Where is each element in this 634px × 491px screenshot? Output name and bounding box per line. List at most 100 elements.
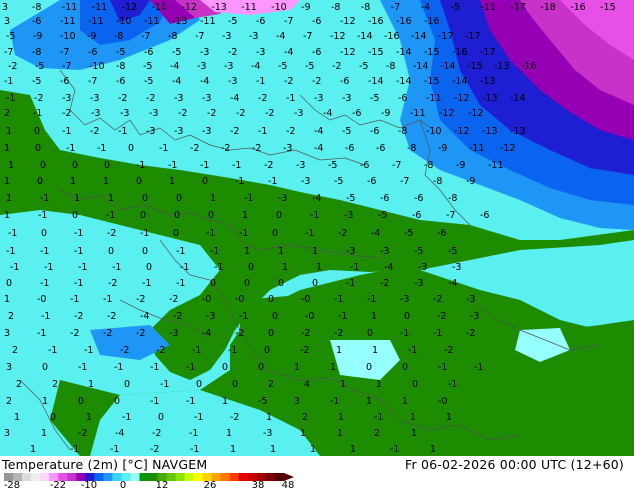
temperature-value-label: -13 (494, 61, 510, 72)
temperature-value-label: -15 (424, 47, 440, 58)
temperature-value-label: -3 (314, 93, 323, 104)
temperature-value-label: -14 (411, 31, 427, 42)
temperature-value-label: 0 (196, 379, 202, 390)
temperature-value-label: -6 (312, 47, 321, 58)
temperature-value-label: -6 (32, 16, 41, 27)
temperature-value-label: -1 (258, 126, 267, 137)
temperature-value-label: -8 (361, 2, 370, 13)
temperature-value-label: 0 (41, 228, 47, 239)
temperature-value-label: 0 (104, 160, 110, 171)
temperature-value-label: 3 (4, 328, 10, 339)
temperature-value-label: 1 (337, 428, 343, 439)
temperature-value-label: 3 (6, 362, 12, 373)
temperature-value-label: 1 (244, 246, 250, 257)
temperature-value-label: -3 (263, 428, 272, 439)
colorbar-tick: 12 (155, 480, 169, 491)
temperature-value-label: -2 (312, 76, 321, 87)
temperature-value-label: -5 (6, 31, 15, 42)
temperature-value-label: -11 (410, 108, 426, 119)
colorbar-segment (193, 473, 204, 481)
temperature-value-label: -3 (418, 262, 427, 273)
temperature-value-label: -1 (346, 278, 355, 289)
temperature-value-label: -1 (136, 160, 145, 171)
colorbar-tick: -10 (80, 480, 98, 491)
temperature-value-label: -6 (370, 126, 379, 137)
temperature-value-label: 1 (242, 210, 248, 221)
temperature-value-label: 2 (302, 412, 308, 423)
temperature-value-label: 0 (208, 210, 214, 221)
temperature-value-label: -7 (303, 31, 312, 42)
colorbar-segment (130, 473, 140, 481)
temperature-value-label: -2 (107, 311, 116, 322)
temperature-value-label: -1 (210, 246, 219, 257)
temperature-value-label: -16 (452, 47, 468, 58)
colorbar-segment (229, 473, 240, 481)
temperature-value-label: -2 (169, 294, 178, 305)
temperature-value-label: -3 (256, 47, 265, 58)
temperature-value-label: 1 (4, 210, 10, 221)
colorbar-segment (139, 473, 150, 481)
temperature-value-label: 1 (6, 126, 12, 137)
temperature-value-label: -2 (146, 93, 155, 104)
temperature-value-label: 1 (410, 412, 416, 423)
temperature-value-label: -3 (294, 108, 303, 119)
temperature-value-label: 0 (272, 311, 278, 322)
temperature-value-label: -10 (426, 126, 442, 137)
temperature-value-label: -14 (510, 93, 526, 104)
temperature-value-label: -1 (112, 262, 121, 273)
temperature-value-label: 2 (374, 428, 380, 439)
temperature-value-label: 1 (14, 412, 20, 423)
temperature-value-label: -3 (174, 93, 183, 104)
temperature-value-label: -2 (136, 294, 145, 305)
temperature-value-label: -1 (150, 396, 159, 407)
temperature-value-label: 1 (278, 246, 284, 257)
temperature-value-label: -8 (448, 193, 457, 204)
temperature-value-label: -2 (107, 228, 116, 239)
temperature-value-label: -1 (6, 246, 15, 257)
temperature-value-label: -12 (340, 47, 356, 58)
temperature-value-label: -7 (60, 47, 69, 58)
temperature-value-label: -1 (194, 412, 203, 423)
temperature-value-label: -4 (202, 328, 211, 339)
temperature-value-label: 0 (366, 362, 372, 373)
temperature-value-label: -2 (103, 328, 112, 339)
temperature-value-label: 1 (222, 396, 228, 407)
temperature-value-label: -3 (466, 294, 475, 305)
temperature-value-label: -1 (40, 246, 49, 257)
temperature-value-label: -5 (448, 246, 457, 257)
temperature-value-label: 0 (276, 210, 282, 221)
temperature-value-label: -9 (456, 160, 465, 171)
temperature-value-label: -11 (60, 16, 76, 27)
temperature-value-label: -3 (149, 108, 158, 119)
temperature-value-label: -3 (224, 61, 233, 72)
temperature-value-label: 1 (4, 176, 10, 187)
temperature-value-label: 1 (316, 262, 322, 273)
temperature-value-label: -1 (122, 412, 131, 423)
temperature-value-label: 1 (8, 160, 14, 171)
temperature-value-label: -1 (200, 160, 209, 171)
temperature-value-label: 0 (142, 193, 148, 204)
temperature-value-label: -1 (118, 126, 127, 137)
temperature-value-label: 1 (226, 428, 232, 439)
temperature-value-label: -9 (466, 176, 475, 187)
temperature-value-label: 1 (30, 444, 36, 455)
temperature-value-label: 0 (210, 278, 216, 289)
temperature-value-label: -1 (8, 228, 17, 239)
temperature-value-label: -15 (368, 47, 384, 58)
temperature-value-label: -1 (448, 379, 457, 390)
temperature-value-label: -5 (35, 61, 44, 72)
temperature-value-label: -11 (488, 160, 504, 171)
temperature-value-label: -6 (380, 193, 389, 204)
temperature-value-label: -3 (197, 61, 206, 72)
temperature-value-label: -16 (384, 31, 400, 42)
colorbar-segment (67, 473, 77, 481)
temperature-value-label: -7 (195, 31, 204, 42)
temperature-value-label: -1 (192, 345, 201, 356)
temperature-value-label: -4 (371, 228, 380, 239)
temperature-value-label: -1 (70, 444, 79, 455)
temperature-value-label: 3 (294, 396, 300, 407)
temperature-value-label: 0 (72, 210, 78, 221)
temperature-value-label: -3 (146, 126, 155, 137)
temperature-value-label: 0 (108, 246, 114, 257)
temperature-value-label: -15 (467, 61, 483, 72)
